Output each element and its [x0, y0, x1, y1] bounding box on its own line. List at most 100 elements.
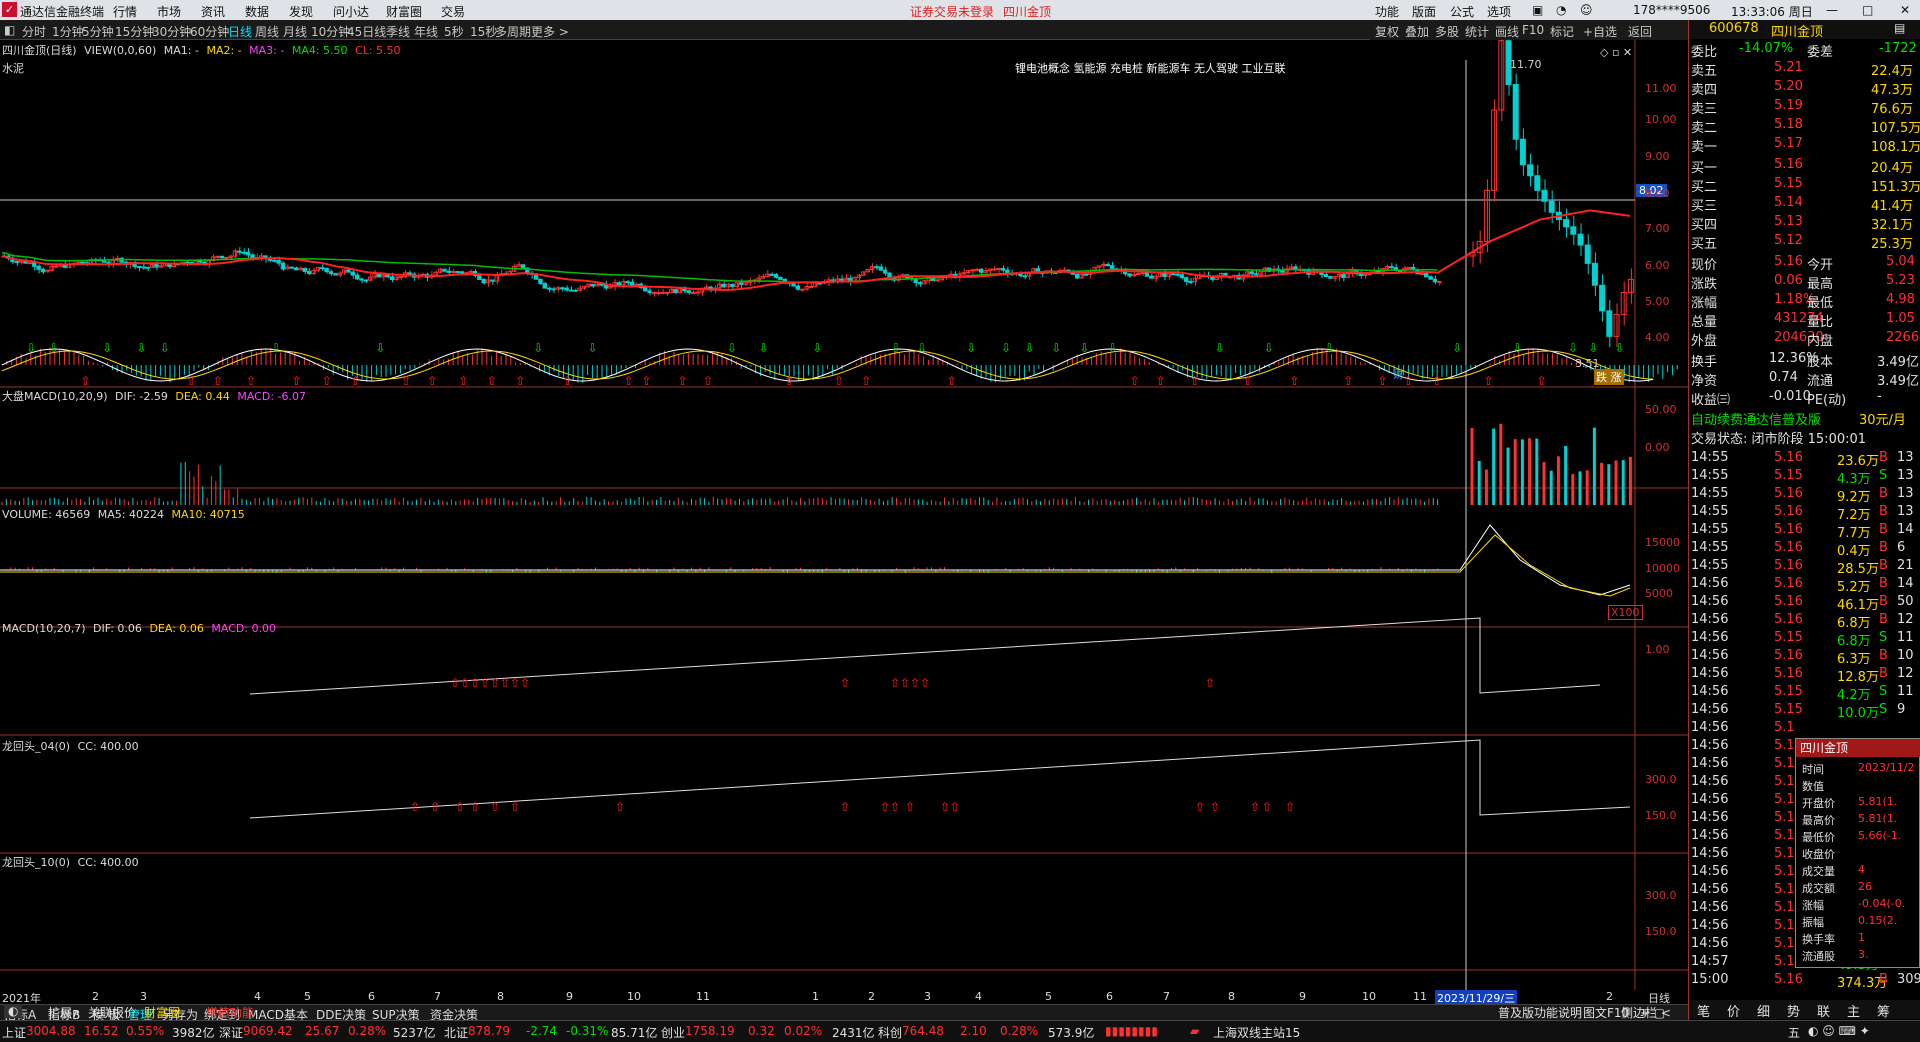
tool-5[interactable]: F10 — [1522, 23, 1544, 37]
bottom-tab2-2[interactable]: 财富圈 — [144, 1004, 180, 1021]
signal-arrow-icon: ⇧ — [1195, 800, 1205, 814]
bottom-tab2-1[interactable]: 关联报价 — [88, 1004, 136, 1021]
menu-shuju[interactable]: 数据 — [245, 3, 269, 20]
quote-menu-icon[interactable]: ▤ — [1894, 21, 1905, 35]
bottom-right-2[interactable]: 侧边栏 < — [1621, 1004, 1671, 1021]
account-name[interactable]: 178****9506 — [1633, 3, 1710, 17]
tool-7[interactable]: +自选 — [1583, 23, 1617, 40]
candle — [333, 273, 338, 276]
candle — [616, 282, 622, 286]
ime-icons[interactable]: ◐ ☺ ⌨ ✦ — [1808, 1024, 1870, 1038]
period-6[interactable]: 日线 — [228, 23, 252, 40]
bottom-tab2-3[interactable]: 增值功能 — [206, 1004, 254, 1021]
candle — [302, 267, 307, 272]
candle — [996, 267, 1001, 270]
maximize-icon[interactable]: □ — [1862, 3, 1873, 17]
dragon10-title[interactable]: 龙回头_10(0) — [2, 856, 70, 869]
tick-time: 14:56 — [1691, 828, 1729, 843]
macd-tick: 50.00 — [1645, 403, 1677, 416]
macd2-title[interactable]: MACD(10,20,7) — [2, 622, 86, 635]
tool-4[interactable]: 画线 — [1495, 23, 1519, 40]
tool-2[interactable]: 多股 — [1435, 23, 1459, 40]
period-9[interactable]: 10分钟 — [311, 23, 350, 40]
ime-label[interactable]: 五 — [1788, 1024, 1800, 1041]
candle — [542, 283, 547, 289]
menu-faxian[interactable]: 发现 — [289, 3, 313, 20]
menu-caifuquan[interactable]: 财富圈 — [386, 3, 422, 20]
user-icon[interactable]: ☺ — [1580, 3, 1593, 17]
stock-link[interactable]: 四川金顶 — [1003, 3, 1051, 20]
sell-arrow-icon: ⇧ — [1130, 374, 1140, 388]
quote-tab-1[interactable]: 价 — [1727, 1001, 1740, 1020]
period-5[interactable]: 60分钟 — [190, 23, 229, 40]
candle — [328, 271, 334, 275]
period-14[interactable]: 15秒 — [470, 23, 497, 40]
tick-row: 14:56 5.16 12.8万 B 12 — [1689, 665, 1920, 685]
volume-title[interactable]: VOLUME: 46569 — [2, 508, 90, 521]
tick-time: 14:56 — [1691, 738, 1729, 753]
stat-value: 5.16 — [1774, 254, 1803, 269]
candle — [49, 266, 54, 271]
period-0[interactable]: 分时 — [22, 23, 46, 40]
close-icon[interactable]: ✕ — [1900, 3, 1910, 17]
period-11[interactable]: 季线 — [386, 23, 410, 40]
period-4[interactable]: 30分钟 — [152, 23, 191, 40]
menu-gongshi[interactable]: 公式 — [1450, 3, 1474, 20]
tool-1[interactable]: 叠加 — [1405, 23, 1429, 40]
tool-3[interactable]: 统计 — [1465, 23, 1489, 40]
bottom-tab2-0[interactable]: 扩展∧ — [48, 1004, 81, 1021]
period-10[interactable]: 45日线 — [347, 23, 386, 40]
macd-panel-title[interactable]: 大盘MACD(10,20,9) — [2, 390, 108, 403]
candle — [1179, 274, 1185, 279]
menu-wenxiaoda[interactable]: 问小达 — [333, 3, 369, 20]
tool-0[interactable]: 复权 — [1375, 23, 1399, 40]
quote-tab-0[interactable]: 笔 — [1697, 1001, 1710, 1020]
status-bz_amt: 85.71亿 — [611, 1026, 658, 1040]
period-13[interactable]: 5秒 — [444, 23, 464, 40]
menu-shichang[interactable]: 市场 — [157, 3, 181, 20]
menu-gongneng[interactable]: 功能 — [1375, 3, 1399, 20]
bottom-right-0[interactable]: 普及版功能说明 — [1498, 1004, 1582, 1021]
panel-settings-icon[interactable]: ◇ ▫ ✕ — [1600, 46, 1632, 59]
period-2[interactable]: 5分钟 — [82, 23, 114, 40]
x-tick: 10 — [627, 990, 641, 1003]
alarm-icon[interactable]: ◔ — [1556, 3, 1566, 17]
period-1[interactable]: 1分钟 — [52, 23, 84, 40]
candle — [795, 285, 801, 290]
candle — [978, 268, 984, 273]
quote-tab-2[interactable]: 细 — [1757, 1001, 1770, 1020]
quote-tab-3[interactable]: 势 — [1787, 1001, 1800, 1020]
tool-6[interactable]: 标记 — [1550, 23, 1574, 40]
gift-icon[interactable]: ▣ — [1532, 3, 1543, 17]
toggle-icon[interactable]: ◐ — [4, 1004, 23, 1018]
quote-tab-5[interactable]: 主 — [1847, 1001, 1860, 1020]
period-15[interactable]: 多周期 — [495, 23, 531, 40]
minimize-icon[interactable]: — — [1826, 3, 1838, 17]
menu-hangqing[interactable]: 行情 — [113, 3, 137, 20]
period-16[interactable]: 更多 > — [531, 23, 569, 40]
tool-8[interactable]: 返回 — [1628, 23, 1652, 40]
kline-chart-area[interactable]: ⇩ ⇩⇧⇩ ⇩ ⇩⇧ ⇧ ⇧⇩⇧ ⇧ ⇧⇩⇧ ⇧ ⇧ ⇧ ⇧⇩⇧⇩⇧ ⇧ ⇧ ⇧⇩ ⇩⇧⇩⇧ ⇧⇩ ⇩⇧⇩ ⇩ ⇩ ⇩ ⇩… — [0, 40, 1688, 1024]
popup-value: 26 — [1858, 880, 1872, 893]
period-8[interactable]: 月线 — [283, 23, 307, 40]
view-indicator[interactable]: VIEW(0,0,60) — [84, 44, 156, 57]
menu-jiaoyi[interactable]: 交易 — [441, 3, 465, 20]
quote-tab-4[interactable]: 联 — [1817, 1001, 1830, 1020]
candle — [1419, 273, 1425, 276]
title-bar: ✓ 通达信金融终端 行情 市场 资讯 数据 发现 问小达 财富圈 交易 证券交易… — [0, 0, 1920, 20]
menu-zixun[interactable]: 资讯 — [201, 3, 225, 20]
period-7[interactable]: 周线 — [255, 23, 279, 40]
finance-mark[interactable]: 财 — [1393, 366, 1404, 382]
period-menu-icon[interactable]: ◧ — [4, 23, 15, 37]
dragon4-title[interactable]: 龙回头_04(0) — [2, 740, 70, 753]
period-3[interactable]: 15分钟 — [115, 23, 154, 40]
login-notice[interactable]: 证券交易未登录 — [910, 3, 994, 20]
menu-xuanxiang[interactable]: 选项 — [1487, 3, 1511, 20]
status-sh_amt: 3982亿 — [172, 1026, 215, 1040]
candle — [1109, 265, 1115, 270]
menu-banmian[interactable]: 版面 — [1412, 3, 1436, 20]
promo-row[interactable]: 自动续费通达信普及版 30元/月 — [1689, 408, 1920, 428]
sell-arrow-icon: ⇧ — [641, 374, 651, 388]
quote-tab-6[interactable]: 筹 — [1877, 1001, 1890, 1020]
period-12[interactable]: 年线 — [414, 23, 438, 40]
